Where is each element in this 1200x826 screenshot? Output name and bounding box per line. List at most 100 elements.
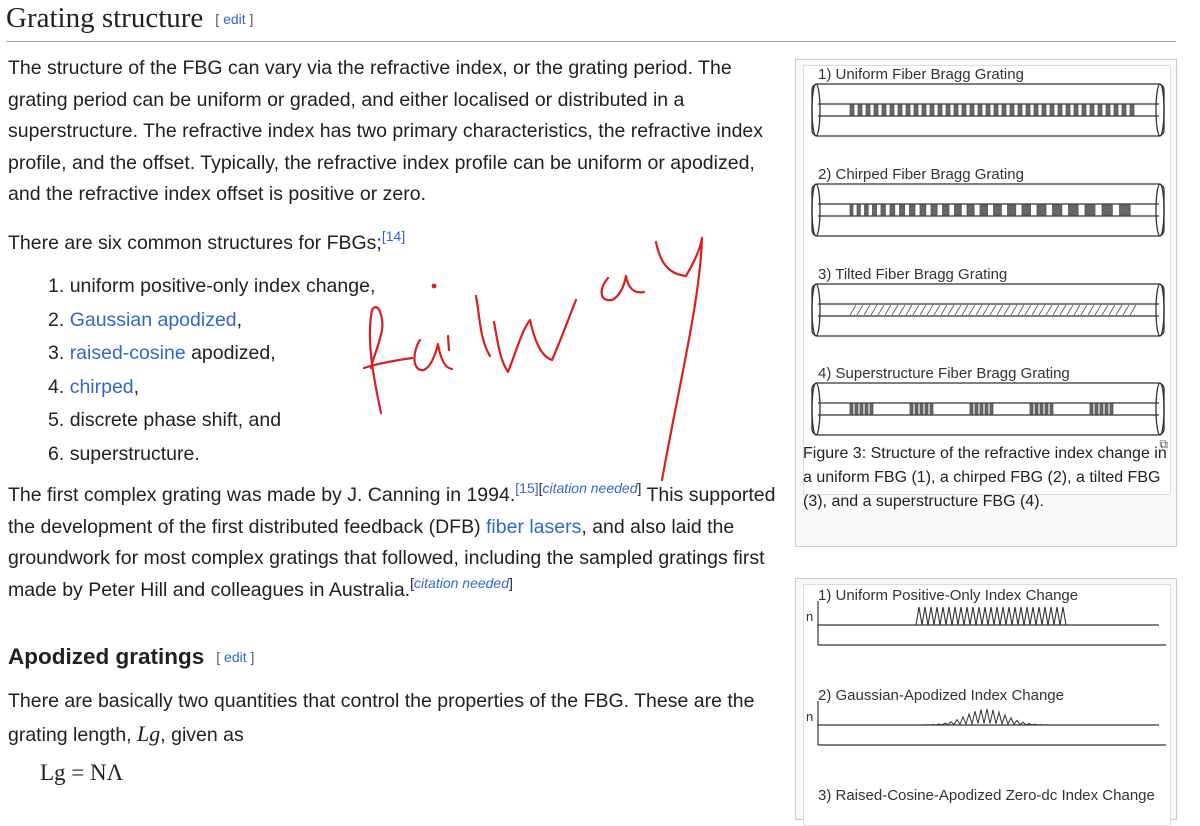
grating-period [1057, 104, 1063, 116]
reference-14[interactable]: [14] [382, 228, 405, 244]
heading-divider [6, 41, 1176, 42]
fiber-end [811, 83, 821, 137]
tilted-grating-line [1080, 304, 1088, 316]
gaussian-index-profile [817, 708, 1160, 726]
grating-period [1025, 104, 1031, 116]
tilted-grating-line [926, 304, 934, 316]
grating-period [864, 204, 869, 216]
grating-period [1089, 104, 1095, 116]
index-change-plots [817, 601, 1166, 746]
tilted-grating-line [1038, 304, 1046, 316]
tilted-grating-line [1073, 304, 1081, 316]
grating-period [929, 403, 934, 415]
grating-period [953, 104, 959, 116]
gaussian-apodized-link[interactable]: Gaussian apodized [70, 309, 237, 331]
subsection-title: Apodized gratings [8, 644, 205, 669]
tilted-grating-line [877, 304, 885, 316]
grating-period [1041, 104, 1047, 116]
citation-needed-link-2[interactable]: citation needed [414, 575, 509, 591]
tilted-grating-line [1087, 304, 1095, 316]
tilted-grating-line [905, 304, 913, 316]
tilted-grating-line [912, 304, 920, 316]
grating-period [1052, 204, 1063, 216]
chirped-link[interactable]: chirped [70, 376, 134, 398]
list-item: 3. raised-cosine apodized, [48, 342, 276, 364]
grating-period [854, 403, 859, 415]
tilted-grating-line [1003, 304, 1011, 316]
grating-period [1081, 104, 1087, 116]
tilted-grating-line [1031, 304, 1039, 316]
figure-3: 1) Uniform Fiber Bragg Grating 2) Chirpe… [795, 59, 1177, 547]
annotation-stroke-a [413, 338, 454, 372]
figure-4: 1) Uniform Positive-Only Index Change 2)… [795, 578, 1177, 826]
grating-period [857, 104, 863, 116]
grating-period [1049, 104, 1055, 116]
enlarge-icon[interactable]: ⧉ [1159, 437, 1168, 452]
tilted-grating-line [989, 304, 997, 316]
tilted-grating-line [870, 304, 878, 316]
grating-period [1034, 403, 1039, 415]
tilted-grating-line [1010, 304, 1018, 316]
grating-period [914, 403, 919, 415]
grating-period [1017, 104, 1023, 116]
tilted-grating-line [947, 304, 955, 316]
grating-period [919, 403, 924, 415]
tilted-grating-line [961, 304, 969, 316]
grating-period [909, 204, 916, 216]
tilted-grating-line [856, 304, 864, 316]
grating-period [1009, 104, 1015, 116]
tilted-grating-line [849, 304, 857, 316]
list-item: 4. chirped, [48, 375, 140, 398]
grating-period [899, 204, 905, 216]
figure-3-image[interactable]: 1) Uniform Fiber Bragg Grating 2) Chirpe… [803, 65, 1171, 495]
grating-period [969, 104, 975, 116]
grating-period [1121, 104, 1127, 116]
grating-length-var: Lg [137, 720, 161, 746]
grating-period [856, 204, 861, 216]
grating-period [919, 204, 927, 216]
grating-period [1039, 403, 1044, 415]
list-item: 5. discrete phase shift, and [48, 409, 282, 431]
reference-15[interactable]: [15] [515, 480, 538, 496]
figure-4-image[interactable]: 1) Uniform Positive-Only Index Change 2)… [803, 584, 1171, 826]
grating-period [1094, 403, 1099, 415]
grating-period [1007, 204, 1017, 216]
annotation-dot [431, 283, 437, 289]
grating-period [1021, 204, 1031, 216]
section-edit-link[interactable]: edit [223, 11, 246, 27]
fiber-grating-diagrams [811, 83, 1165, 436]
fiber-end [1155, 283, 1165, 337]
raised-cosine-link[interactable]: raised-cosine [70, 342, 186, 364]
tilted-grating-line [968, 304, 976, 316]
grating-period [1129, 104, 1135, 116]
intro-paragraph: The structure of the FBG can vary via th… [8, 57, 764, 205]
grating-period [881, 104, 887, 116]
grating-period [930, 204, 938, 216]
grating-period [1109, 403, 1114, 415]
tilted-grating-line [940, 304, 948, 316]
fiber-end [811, 382, 821, 436]
grating-period [1113, 104, 1119, 116]
tilted-grating-line [1066, 304, 1074, 316]
grating-period [1089, 403, 1094, 415]
fiber-end [811, 183, 821, 237]
grating-period [859, 403, 864, 415]
grating-period [864, 403, 869, 415]
grating-period [1049, 403, 1054, 415]
grating-period [937, 104, 943, 116]
annotation-stroke-w [492, 298, 578, 374]
grating-period [954, 204, 962, 216]
citation-needed-link[interactable]: citation needed [543, 480, 638, 496]
list-item: 1. uniform positive-only index change, [48, 275, 376, 297]
grating-period [849, 204, 854, 216]
grating-period [1001, 104, 1007, 116]
uniform-index-profile [818, 606, 1159, 626]
grating-period [977, 104, 983, 116]
fiber-lasers-link[interactable]: fiber lasers [486, 516, 581, 538]
grating-period [849, 104, 855, 116]
subsection-edit-link[interactable]: edit [224, 649, 247, 665]
tilted-grating-line [1024, 304, 1032, 316]
grating-period [1036, 204, 1047, 216]
grating-period [869, 403, 874, 415]
grating-period [974, 403, 979, 415]
